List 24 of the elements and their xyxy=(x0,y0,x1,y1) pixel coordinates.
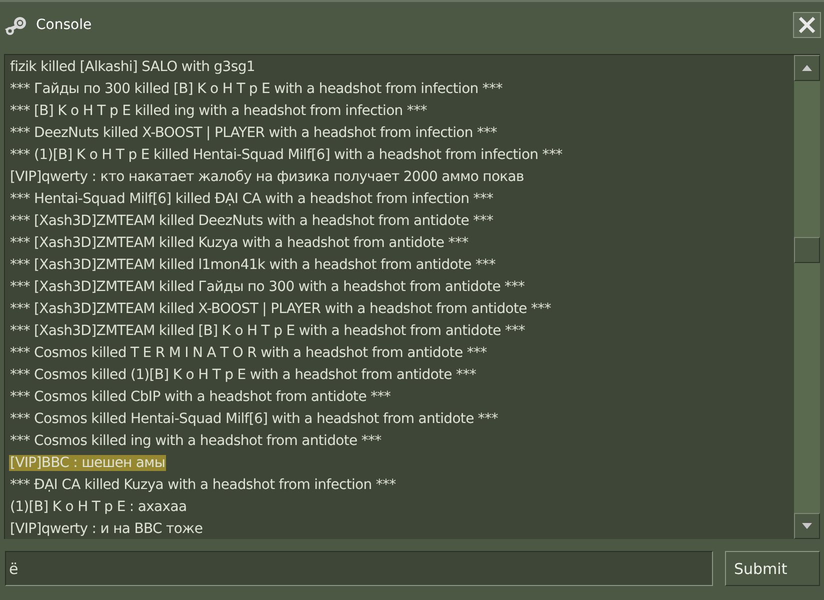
submit-button[interactable]: Submit xyxy=(725,551,820,586)
console-line: [VIP]qwerty : кто накатает жалобу на физика получает 2000 аммо покав xyxy=(9,169,525,185)
console-line: [VIP]qwerty : и на BBC тоже xyxy=(9,521,204,537)
console-line: *** Cosmos killed (1)[B] K o H T p E with a headshot from antidote *** xyxy=(9,367,477,383)
console-line: *** Cosmos killed T E R M I N A T O R with a headshot from antidote *** xyxy=(9,345,488,361)
console-line: *** ĐẠI CA killed Kuzya with a headshot from infection *** xyxy=(9,477,397,493)
console-line: *** [Xash3D]ZMTEAM killed l1mon41k with a headshot from antidote *** xyxy=(9,257,496,273)
console-line: *** Гайды по 300 killed [B] K o H T p E with a headshot from infection *** xyxy=(9,81,504,97)
console-line: *** [Xash3D]ZMTEAM killed Kuzya with a headshot from antidote *** xyxy=(9,235,470,251)
console-line: *** [B] K o H T p E killed ing with a headshot from infection *** xyxy=(9,103,428,119)
window-title: Console xyxy=(36,17,93,33)
console-line: fizik killed [Alkashi] SALO with g3sg1 xyxy=(9,59,256,75)
console-line: *** DeezNuts killed X-BOOST | PLAYER with a headshot from infection *** xyxy=(9,125,498,141)
console-line: (1)[B] K o H T p E : ахахаа xyxy=(9,499,188,515)
command-input-field[interactable]: ё xyxy=(5,551,713,586)
console-line: *** [Xash3D]ZMTEAM killed [B] K o H T p E with a headshot from antidote *** xyxy=(9,323,526,339)
console-line: *** Cosmos killed ing with a headshot from antidote *** xyxy=(9,433,382,449)
console-line: *** Cosmos killed CbIP with a headshot from antidote *** xyxy=(9,389,392,405)
console-line: *** [Xash3D]ZMTEAM killed DeezNuts with a headshot from antidote *** xyxy=(9,213,494,229)
console-line: *** [Xash3D]ZMTEAM killed X-BOOST | PLAYER with a headshot from antidote *** xyxy=(9,301,552,317)
console-line: *** (1)[B] K o H T p E killed Hentai-Squad Milf[6] with a headshot from infection *** xyxy=(9,147,564,163)
console-line: *** Hentai-Squad Milf[6] killed ĐẠI CA with a headshot from infection *** xyxy=(9,191,494,207)
console-line: *** [Xash3D]ZMTEAM killed Гайды по 300 with a headshot from antidote *** xyxy=(9,279,526,295)
console-line: *** Cosmos killed Hentai-Squad Milf[6] with a headshot from antidote *** xyxy=(9,411,499,427)
